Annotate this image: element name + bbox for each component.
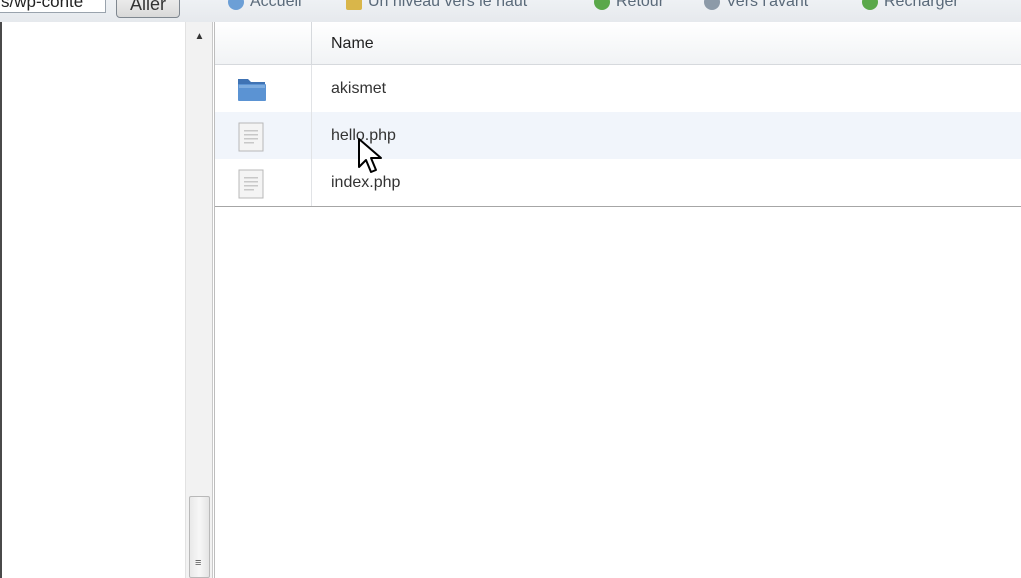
icon-cell — [215, 112, 312, 159]
toolbar-reload[interactable]: Recharger — [862, 0, 959, 12]
list-item[interactable]: hello.php — [215, 112, 1021, 159]
folder-icon — [238, 79, 266, 101]
file-name: akismet — [331, 80, 387, 97]
file-icon — [238, 169, 264, 199]
path-input[interactable]: s/wp-conte — [0, 0, 106, 13]
file-list[interactable]: Name akismet hello.php index.php — [214, 22, 1021, 578]
list-divider — [215, 206, 1021, 207]
toolbar-back-label: Retour — [616, 0, 665, 10]
icon-cell — [215, 159, 312, 206]
toolbar-forward-label: Vers l'avant — [726, 0, 809, 10]
forward-arrow-icon — [704, 0, 720, 10]
mouse-cursor-icon — [358, 138, 382, 173]
toolbar-back[interactable]: Retour — [594, 0, 664, 12]
list-header: Name — [215, 22, 1021, 65]
toolbar-up[interactable]: Un niveau vers le haut — [346, 0, 527, 12]
toolbar-home-label: Accueil — [250, 0, 302, 10]
folder-tree-pane[interactable] — [0, 22, 185, 578]
toolbar-home[interactable]: Accueil — [228, 0, 302, 12]
toolbar-reload-label: Recharger — [884, 0, 959, 10]
toolbar-forward[interactable]: Vers l'avant — [704, 0, 808, 12]
go-button[interactable]: Aller — [116, 0, 180, 18]
back-arrow-icon — [594, 0, 610, 10]
file-icon — [238, 122, 264, 152]
grip-icon: ≡ — [195, 557, 202, 569]
tree-scrollbar[interactable]: ▲ ≡ — [185, 22, 213, 578]
icon-cell — [215, 65, 312, 112]
file-rows: akismet hello.php index.php — [215, 65, 1021, 206]
toolbar: s/wp-conte Aller Accueil Un niveau vers … — [0, 0, 1021, 22]
reload-icon — [862, 0, 878, 10]
home-icon — [228, 0, 244, 10]
list-item[interactable]: akismet — [215, 65, 1021, 112]
folder-up-icon — [346, 0, 362, 10]
toolbar-up-label: Un niveau vers le haut — [368, 0, 528, 10]
scroll-up-arrow-icon[interactable]: ▲ — [186, 22, 213, 50]
scroll-thumb[interactable]: ≡ — [189, 496, 210, 578]
icon-column-header[interactable] — [215, 22, 312, 64]
list-item[interactable]: index.php — [215, 159, 1021, 206]
name-column-header[interactable]: Name — [331, 22, 374, 64]
